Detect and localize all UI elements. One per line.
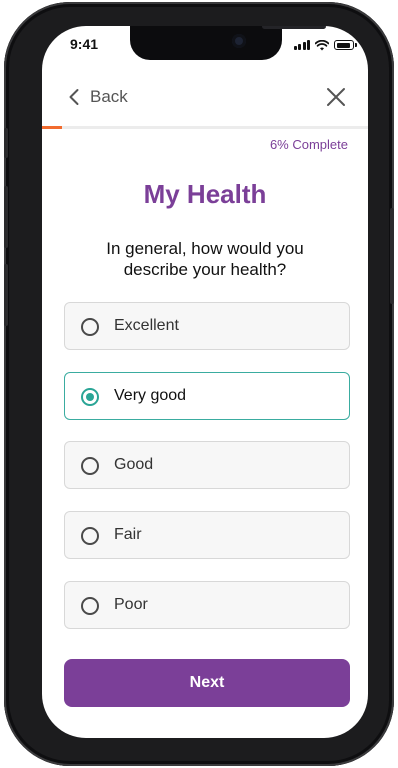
status-time: 9:41 bbox=[70, 36, 99, 52]
option-label: Very good bbox=[114, 387, 187, 404]
radio-button[interactable] bbox=[81, 318, 99, 336]
radio-button[interactable] bbox=[81, 527, 99, 545]
option-good[interactable]: Good bbox=[64, 441, 350, 489]
speaker-grille bbox=[262, 26, 326, 29]
page-title: My Health bbox=[143, 179, 267, 209]
radio-button[interactable] bbox=[81, 388, 99, 406]
option-poor[interactable]: Poor bbox=[64, 581, 350, 629]
back-button[interactable]: Back bbox=[68, 80, 128, 114]
option-very-good[interactable]: Very good bbox=[64, 372, 350, 420]
volume-down-button bbox=[4, 264, 8, 326]
power-button bbox=[390, 208, 394, 304]
back-chevron-icon bbox=[69, 89, 79, 105]
option-label: Good bbox=[114, 456, 154, 473]
front-camera bbox=[232, 34, 246, 48]
screen: 9:41 Back 6% Complete My Health In gener… bbox=[42, 26, 368, 738]
next-button[interactable]: Next bbox=[64, 659, 350, 707]
option-fair[interactable]: Fair bbox=[64, 511, 350, 559]
status-icons bbox=[293, 39, 357, 51]
option-label: Fair bbox=[114, 526, 142, 543]
back-label: Back bbox=[90, 87, 128, 106]
phone-frame: 9:41 Back 6% Complete My Health In gener… bbox=[4, 2, 394, 766]
progress-label: 6% Complete bbox=[269, 137, 348, 152]
battery-icon bbox=[334, 40, 357, 50]
option-label: Excellent bbox=[114, 317, 179, 334]
progress-fill bbox=[42, 126, 62, 129]
volume-up-button bbox=[4, 186, 8, 248]
notch bbox=[130, 26, 326, 60]
navigation-bar: Back bbox=[42, 80, 368, 114]
progress-bar bbox=[42, 126, 368, 129]
question-text: In general, how would you describe your … bbox=[106, 239, 304, 279]
silent-switch bbox=[4, 128, 8, 158]
radio-button[interactable] bbox=[81, 457, 99, 475]
wifi-icon bbox=[315, 39, 329, 50]
signal-icon bbox=[293, 40, 310, 50]
option-excellent[interactable]: Excellent bbox=[64, 302, 350, 350]
close-icon[interactable] bbox=[324, 85, 348, 109]
radio-button[interactable] bbox=[81, 597, 99, 615]
option-label: Poor bbox=[114, 596, 148, 613]
